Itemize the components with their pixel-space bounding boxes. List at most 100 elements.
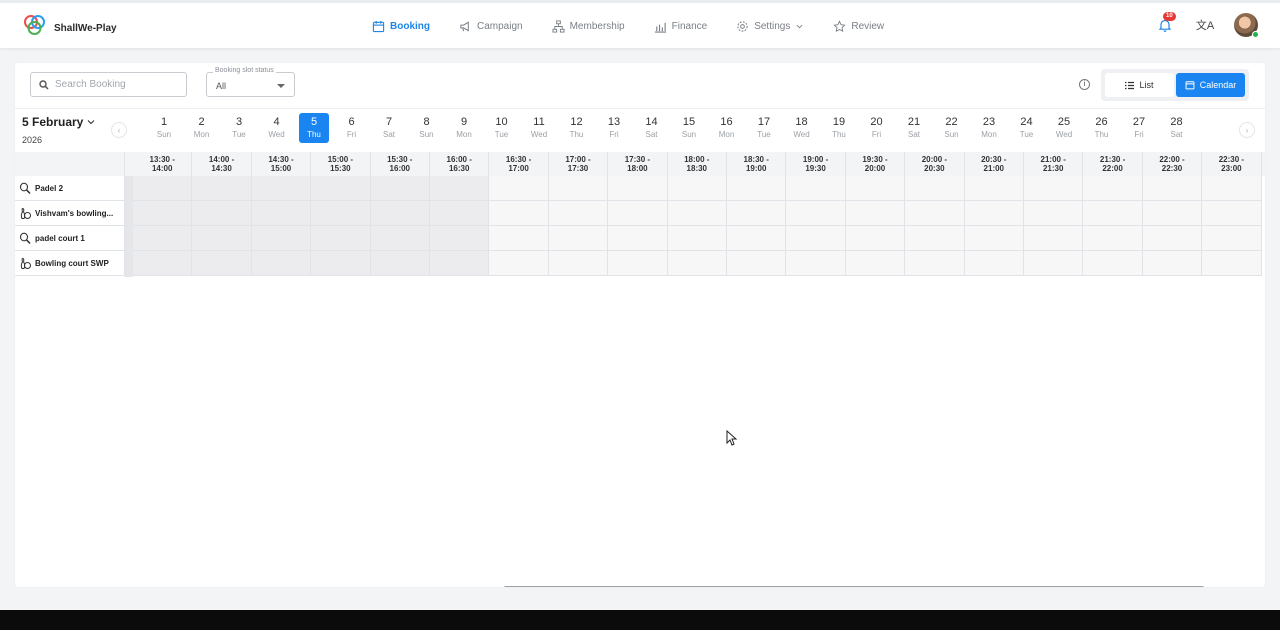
day-24[interactable]: 24 Tue [1012, 113, 1042, 143]
booking-slot-cell[interactable] [1083, 176, 1143, 201]
day-21[interactable]: 21 Sat [899, 113, 929, 143]
booking-slot-cell[interactable] [667, 201, 727, 226]
day-28[interactable]: 28 Sat [1162, 113, 1192, 143]
day-26[interactable]: 26 Thu [1087, 113, 1117, 143]
day-4[interactable]: 4 Wed [262, 113, 292, 143]
day-11[interactable]: 11 Wed [524, 113, 554, 143]
booking-slot-cell[interactable] [370, 251, 430, 276]
booking-slot-cell[interactable] [1202, 176, 1262, 201]
prev-days-button[interactable]: ‹ [111, 122, 127, 138]
booking-slot-cell[interactable] [489, 201, 549, 226]
day-16[interactable]: 16 Mon [712, 113, 742, 143]
avatar[interactable] [1234, 13, 1259, 38]
booking-slot-cell[interactable] [548, 201, 609, 226]
booking-slot-cell[interactable] [548, 226, 609, 251]
booking-slot-cell[interactable] [1142, 201, 1203, 226]
booking-slot-status-select[interactable]: Booking slot status All [206, 67, 295, 97]
day-27[interactable]: 27 Fri [1124, 113, 1154, 143]
nav-booking[interactable]: Booking [372, 17, 430, 35]
booking-slot-cell[interactable] [1024, 251, 1084, 276]
booking-slot-cell[interactable] [192, 251, 252, 276]
day-12[interactable]: 12 Thu [562, 113, 592, 143]
next-days-button[interactable]: › [1239, 122, 1255, 138]
day-3[interactable]: 3 Tue [224, 113, 254, 143]
booking-slot-cell[interactable] [964, 251, 1024, 276]
day-1[interactable]: 1 Sun [149, 113, 179, 143]
booking-slot-cell[interactable] [1083, 201, 1143, 226]
day-2[interactable]: 2 Mon [187, 113, 217, 143]
booking-slot-cell[interactable] [311, 201, 371, 226]
booking-slot-cell[interactable] [192, 176, 252, 201]
booking-slot-cell[interactable] [489, 251, 549, 276]
resource-row-label[interactable]: Padel 2 [15, 176, 125, 201]
search-input[interactable] [55, 79, 175, 90]
booking-slot-cell[interactable] [548, 251, 609, 276]
booking-slot-cell[interactable] [311, 226, 371, 251]
brand[interactable]: ShallWe-Play [22, 13, 117, 44]
booking-slot-cell[interactable] [430, 226, 490, 251]
booking-slot-cell[interactable] [1202, 251, 1262, 276]
month-picker[interactable]: 5 February [22, 115, 95, 129]
booking-slot-cell[interactable] [964, 201, 1024, 226]
booking-slot-cell[interactable] [430, 251, 490, 276]
booking-slot-cell[interactable] [133, 176, 193, 201]
day-23[interactable]: 23 Mon [974, 113, 1004, 143]
day-15[interactable]: 15 Sun [674, 113, 704, 143]
booking-slot-cell[interactable] [608, 226, 668, 251]
day-20[interactable]: 20 Fri [862, 113, 892, 143]
booking-slot-cell[interactable] [1024, 226, 1084, 251]
resource-row-label[interactable]: padel court 1 [15, 226, 125, 251]
day-18[interactable]: 18 Wed [787, 113, 817, 143]
booking-slot-cell[interactable] [727, 201, 787, 226]
translate-button[interactable]: 文A [1194, 14, 1216, 36]
booking-slot-cell[interactable] [133, 251, 193, 276]
booking-slot-cell[interactable] [727, 226, 787, 251]
day-25[interactable]: 25 Wed [1049, 113, 1079, 143]
booking-slot-cell[interactable] [1202, 226, 1262, 251]
booking-slot-cell[interactable] [133, 226, 193, 251]
booking-slot-cell[interactable] [430, 176, 490, 201]
booking-slot-cell[interactable] [251, 201, 312, 226]
booking-slot-cell[interactable] [845, 251, 906, 276]
booking-slot-cell[interactable] [1024, 176, 1084, 201]
search-box[interactable] [30, 72, 187, 97]
resource-row-label[interactable]: Vishvam's bowling... [15, 201, 125, 226]
booking-slot-cell[interactable] [727, 176, 787, 201]
list-view-button[interactable]: List [1105, 73, 1174, 97]
nav-settings[interactable]: Settings [736, 17, 804, 35]
booking-slot-cell[interactable] [845, 226, 906, 251]
booking-slot-cell[interactable] [1142, 226, 1203, 251]
booking-slot-cell[interactable] [786, 201, 846, 226]
booking-slot-cell[interactable] [370, 226, 430, 251]
horizontal-scrollbar[interactable] [504, 586, 1204, 587]
booking-slot-cell[interactable] [786, 226, 846, 251]
resource-row-label[interactable]: Bowling court SWP [15, 251, 125, 276]
booking-slot-cell[interactable] [251, 176, 312, 201]
booking-slot-cell[interactable] [964, 226, 1024, 251]
booking-slot-cell[interactable] [192, 226, 252, 251]
day-8[interactable]: 8 Sun [412, 113, 442, 143]
booking-slot-cell[interactable] [489, 226, 549, 251]
booking-slot-cell[interactable] [608, 201, 668, 226]
booking-slot-cell[interactable] [667, 251, 727, 276]
booking-slot-cell[interactable] [370, 201, 430, 226]
booking-slot-cell[interactable] [548, 176, 609, 201]
day-17[interactable]: 17 Tue [749, 113, 779, 143]
nav-review[interactable]: Review [833, 17, 884, 35]
nav-membership[interactable]: Membership [552, 17, 625, 35]
booking-slot-cell[interactable] [489, 176, 549, 201]
booking-slot-cell[interactable] [964, 176, 1024, 201]
day-10[interactable]: 10 Tue [487, 113, 517, 143]
booking-slot-cell[interactable] [786, 176, 846, 201]
booking-slot-cell[interactable] [1142, 251, 1203, 276]
day-22[interactable]: 22 Sun [937, 113, 967, 143]
calendar-view-button[interactable]: Calendar [1176, 73, 1245, 97]
booking-slot-cell[interactable] [430, 201, 490, 226]
booking-slot-cell[interactable] [192, 201, 252, 226]
booking-slot-cell[interactable] [905, 201, 965, 226]
booking-slot-cell[interactable] [311, 176, 371, 201]
booking-slot-cell[interactable] [667, 226, 727, 251]
booking-slot-cell[interactable] [1202, 201, 1262, 226]
booking-slot-cell[interactable] [667, 176, 727, 201]
booking-slot-cell[interactable] [1083, 251, 1143, 276]
